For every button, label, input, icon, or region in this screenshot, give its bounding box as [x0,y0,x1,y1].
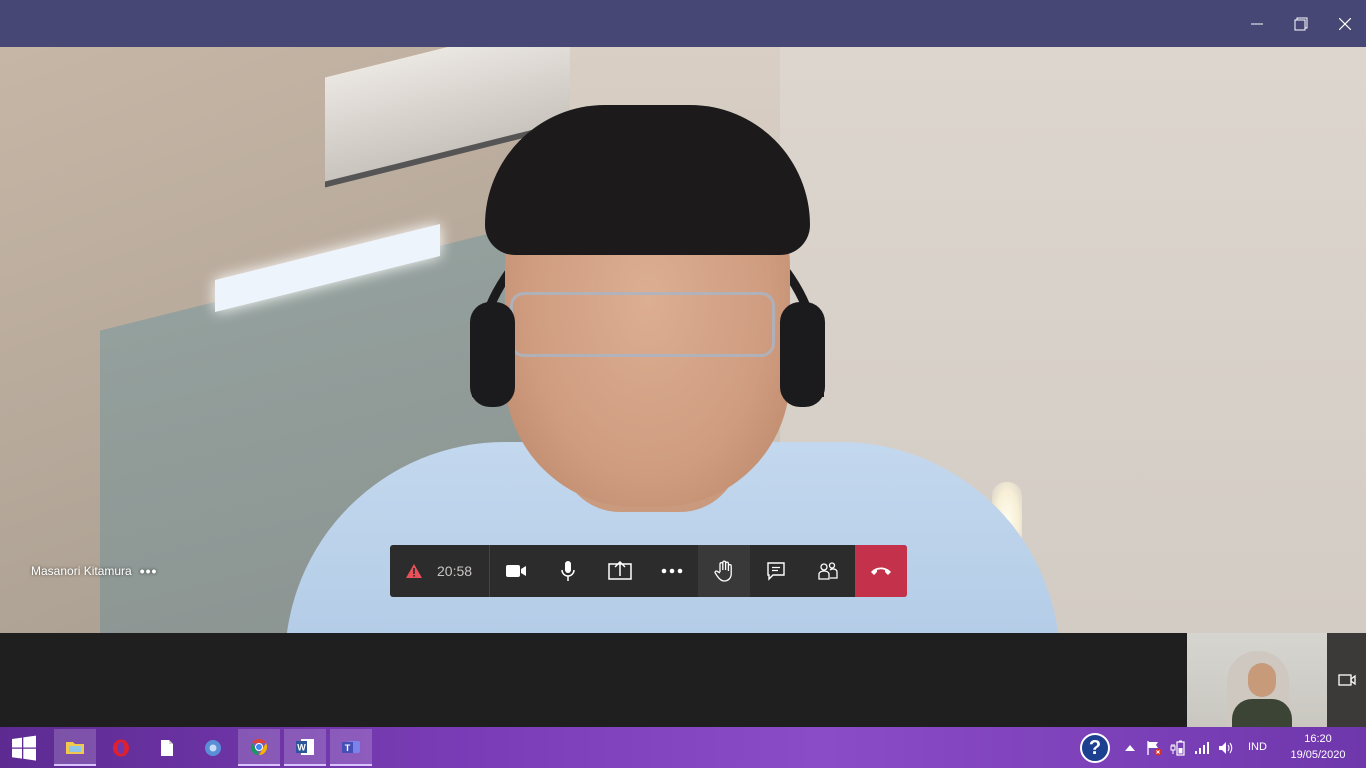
chevron-up-icon [1125,744,1135,751]
windows-logo-icon [12,735,36,761]
windows-taskbar: W T ? IND 16:20 19/05/2020 [0,727,1366,768]
start-button[interactable] [0,727,48,768]
raise-hand-icon [714,560,732,582]
share-screen-icon [608,561,632,580]
more-actions-icon [661,568,683,574]
taskbar-chrome[interactable] [238,729,280,766]
show-hidden-icons-button[interactable] [1122,727,1138,768]
clock-time: 16:20 [1304,733,1332,745]
title-bar [0,0,1366,47]
clock-date: 19/05/2020 [1290,749,1346,761]
hang-up-icon [871,567,891,575]
battery-plug-icon [1170,740,1185,756]
call-timer: 20:58 [437,563,473,579]
restore-icon [1294,17,1308,30]
self-video-face [1248,663,1276,697]
warning-icon[interactable] [405,563,423,579]
headphone-right [780,302,825,407]
self-video-body [1232,699,1292,727]
restore-button[interactable] [1279,0,1323,47]
participant-name-label: Masanori Kitamura ••• [31,563,157,579]
close-button[interactable] [1323,0,1366,47]
document-icon [161,739,173,756]
signal-bars-icon [1195,741,1209,754]
taskbar-notepad[interactable] [146,729,188,766]
share-screen-button[interactable] [594,545,646,597]
battery-tray-icon[interactable] [1168,727,1188,768]
network-tray-icon[interactable] [1192,727,1212,768]
microphone-button[interactable] [542,545,594,597]
chrome-icon [250,738,268,755]
taskbar-teams[interactable]: T [330,729,372,766]
taskbar-file-explorer[interactable] [54,729,96,766]
taskbar-word[interactable]: W [284,729,326,766]
call-timer-section: 20:58 [390,545,490,597]
microphone-icon [561,561,575,581]
opera-icon [113,739,129,756]
help-tray-icon[interactable]: ? [1080,733,1110,763]
hang-up-button[interactable] [855,545,907,597]
camera-icon [506,565,526,577]
input-language-indicator[interactable]: IND [1248,727,1267,768]
participant-name: Masanori Kitamura [31,564,132,578]
taskbar-opera[interactable] [100,729,142,766]
action-center-flag-icon [1147,740,1162,755]
self-video-preview[interactable] [1187,633,1327,727]
folder-icon [66,741,84,754]
more-actions-button[interactable] [646,545,698,597]
flag-tray-icon[interactable] [1144,727,1164,768]
chat-icon [767,562,785,581]
participant-more-button[interactable]: ••• [140,563,158,579]
preview-toggle-button[interactable] [1327,633,1366,727]
raise-hand-button[interactable] [698,545,750,597]
svg-text:W: W [297,742,306,752]
svg-text:T: T [345,743,351,753]
minimize-button[interactable] [1235,0,1279,47]
teams-icon: T [342,740,360,753]
participant-glasses [510,292,775,357]
close-icon [1339,17,1351,30]
minimize-icon [1251,23,1263,24]
chromium-icon [205,739,221,756]
conversation-button[interactable] [750,545,802,597]
participants-button[interactable] [802,545,854,597]
speaker-icon [1219,741,1233,754]
taskbar-chromium[interactable] [192,729,234,766]
call-controls-bar: 20:58 [390,545,907,597]
headphone-left [470,302,515,407]
preview-toggle-icon [1337,674,1356,686]
taskbar-clock[interactable]: 16:20 19/05/2020 [1282,731,1354,763]
camera-button[interactable] [490,545,542,597]
participant-hair [485,105,810,255]
word-icon: W [296,738,314,755]
participants-icon [818,562,838,580]
volume-tray-icon[interactable] [1216,727,1236,768]
